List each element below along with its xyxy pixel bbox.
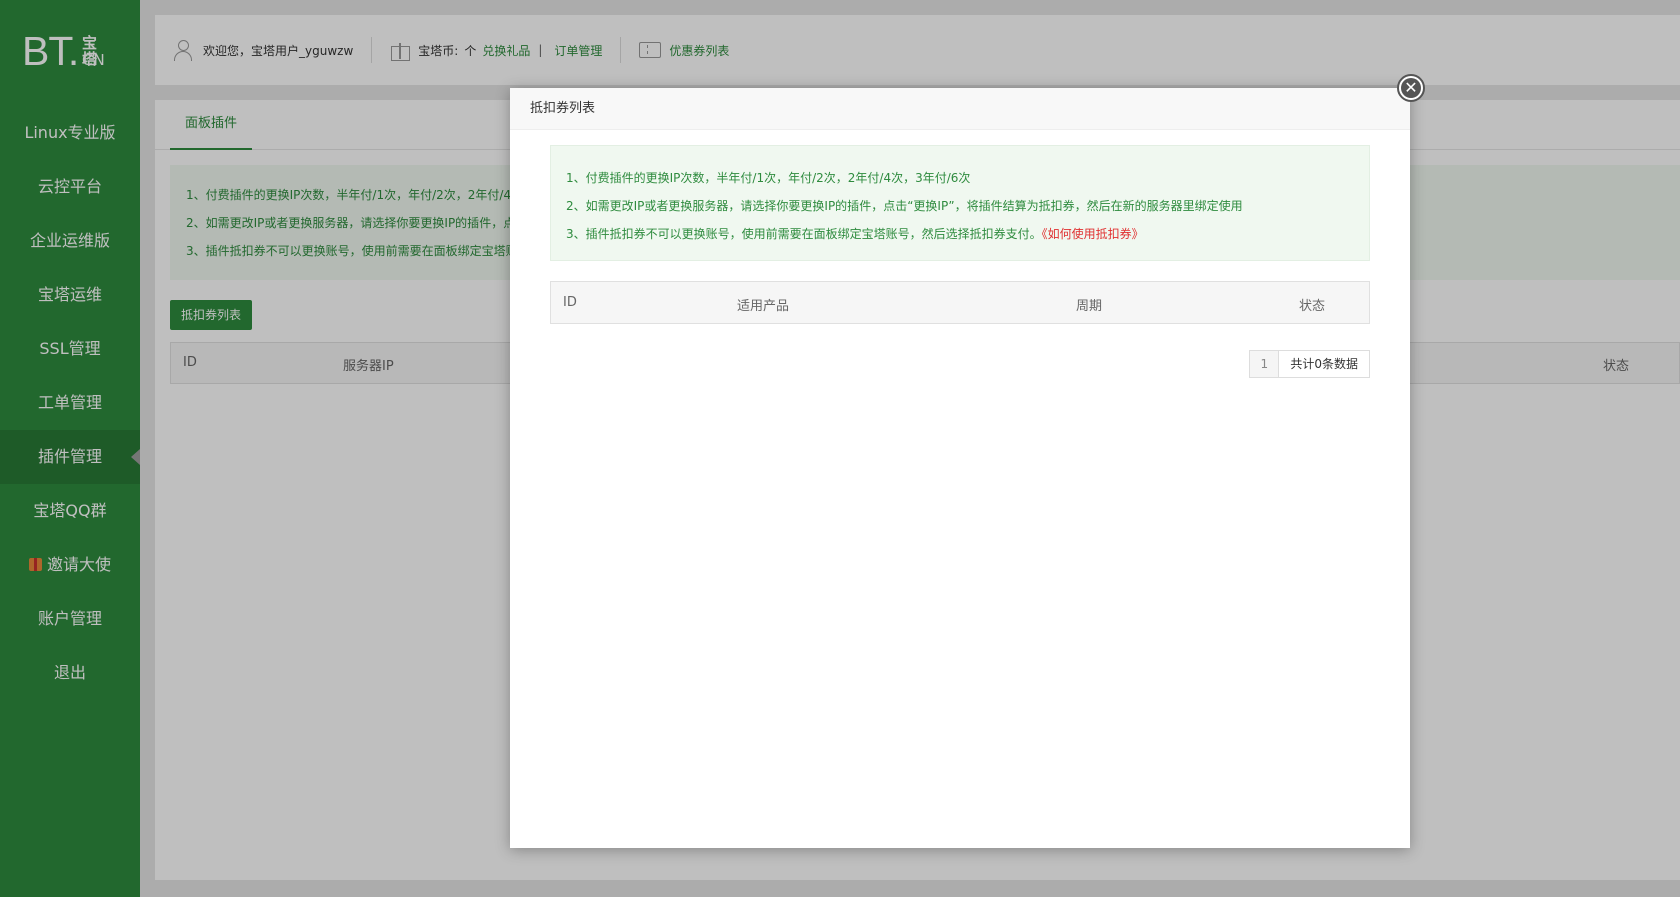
col-period: 周期 [1076,299,1103,314]
coupon-table-header: ID 适用产品 周期 状态 [550,281,1370,324]
close-icon: ✕ [1404,78,1418,97]
how-to-use-coupon-link[interactable]: 《如何使用抵扣券》 [1042,227,1144,241]
page-number[interactable]: 1 [1249,350,1280,378]
coupon-list-modal: 抵扣券列表 ✕ 1、付费插件的更换IP次数，半年付/1次，年付/2次，2年付/4… [510,74,1425,848]
notice-line: 1、付费插件的更换IP次数，半年付/1次，年付/2次，2年付/4次，3年付/6次 [566,171,971,185]
notice-text: 3、插件抵扣券不可以更换账号，使用前需要在面板绑定宝塔账号，然后选择抵扣券支付。 [566,227,1042,241]
close-button[interactable]: ✕ [1397,74,1425,102]
col-status: 状态 [1299,299,1326,314]
col-product: 适用产品 [737,299,790,314]
modal-title: 抵扣券列表 [510,88,1410,130]
total-count: 共计0条数据 [1279,350,1370,378]
modal-body: 1、付费插件的更换IP次数，半年付/1次，年付/2次，2年付/4次，3年付/6次… [510,130,1410,378]
pagination: 1 共计0条数据 [550,350,1370,378]
notice-line: 3、插件抵扣券不可以更换账号，使用前需要在面板绑定宝塔账号，然后选择抵扣券支付。… [566,220,1369,248]
col-id: ID [563,295,577,310]
modal-notice: 1、付费插件的更换IP次数，半年付/1次，年付/2次，2年付/4次，3年付/6次… [550,145,1370,261]
page: BT. 宝塔 CN Linux专业版 云控平台 企业运维版 宝塔运维 SSL管理… [0,0,1680,897]
notice-line: 2、如需更改IP或者更换服务器，请选择你要更换IP的插件，点击“更换IP”，将插… [566,199,1243,213]
